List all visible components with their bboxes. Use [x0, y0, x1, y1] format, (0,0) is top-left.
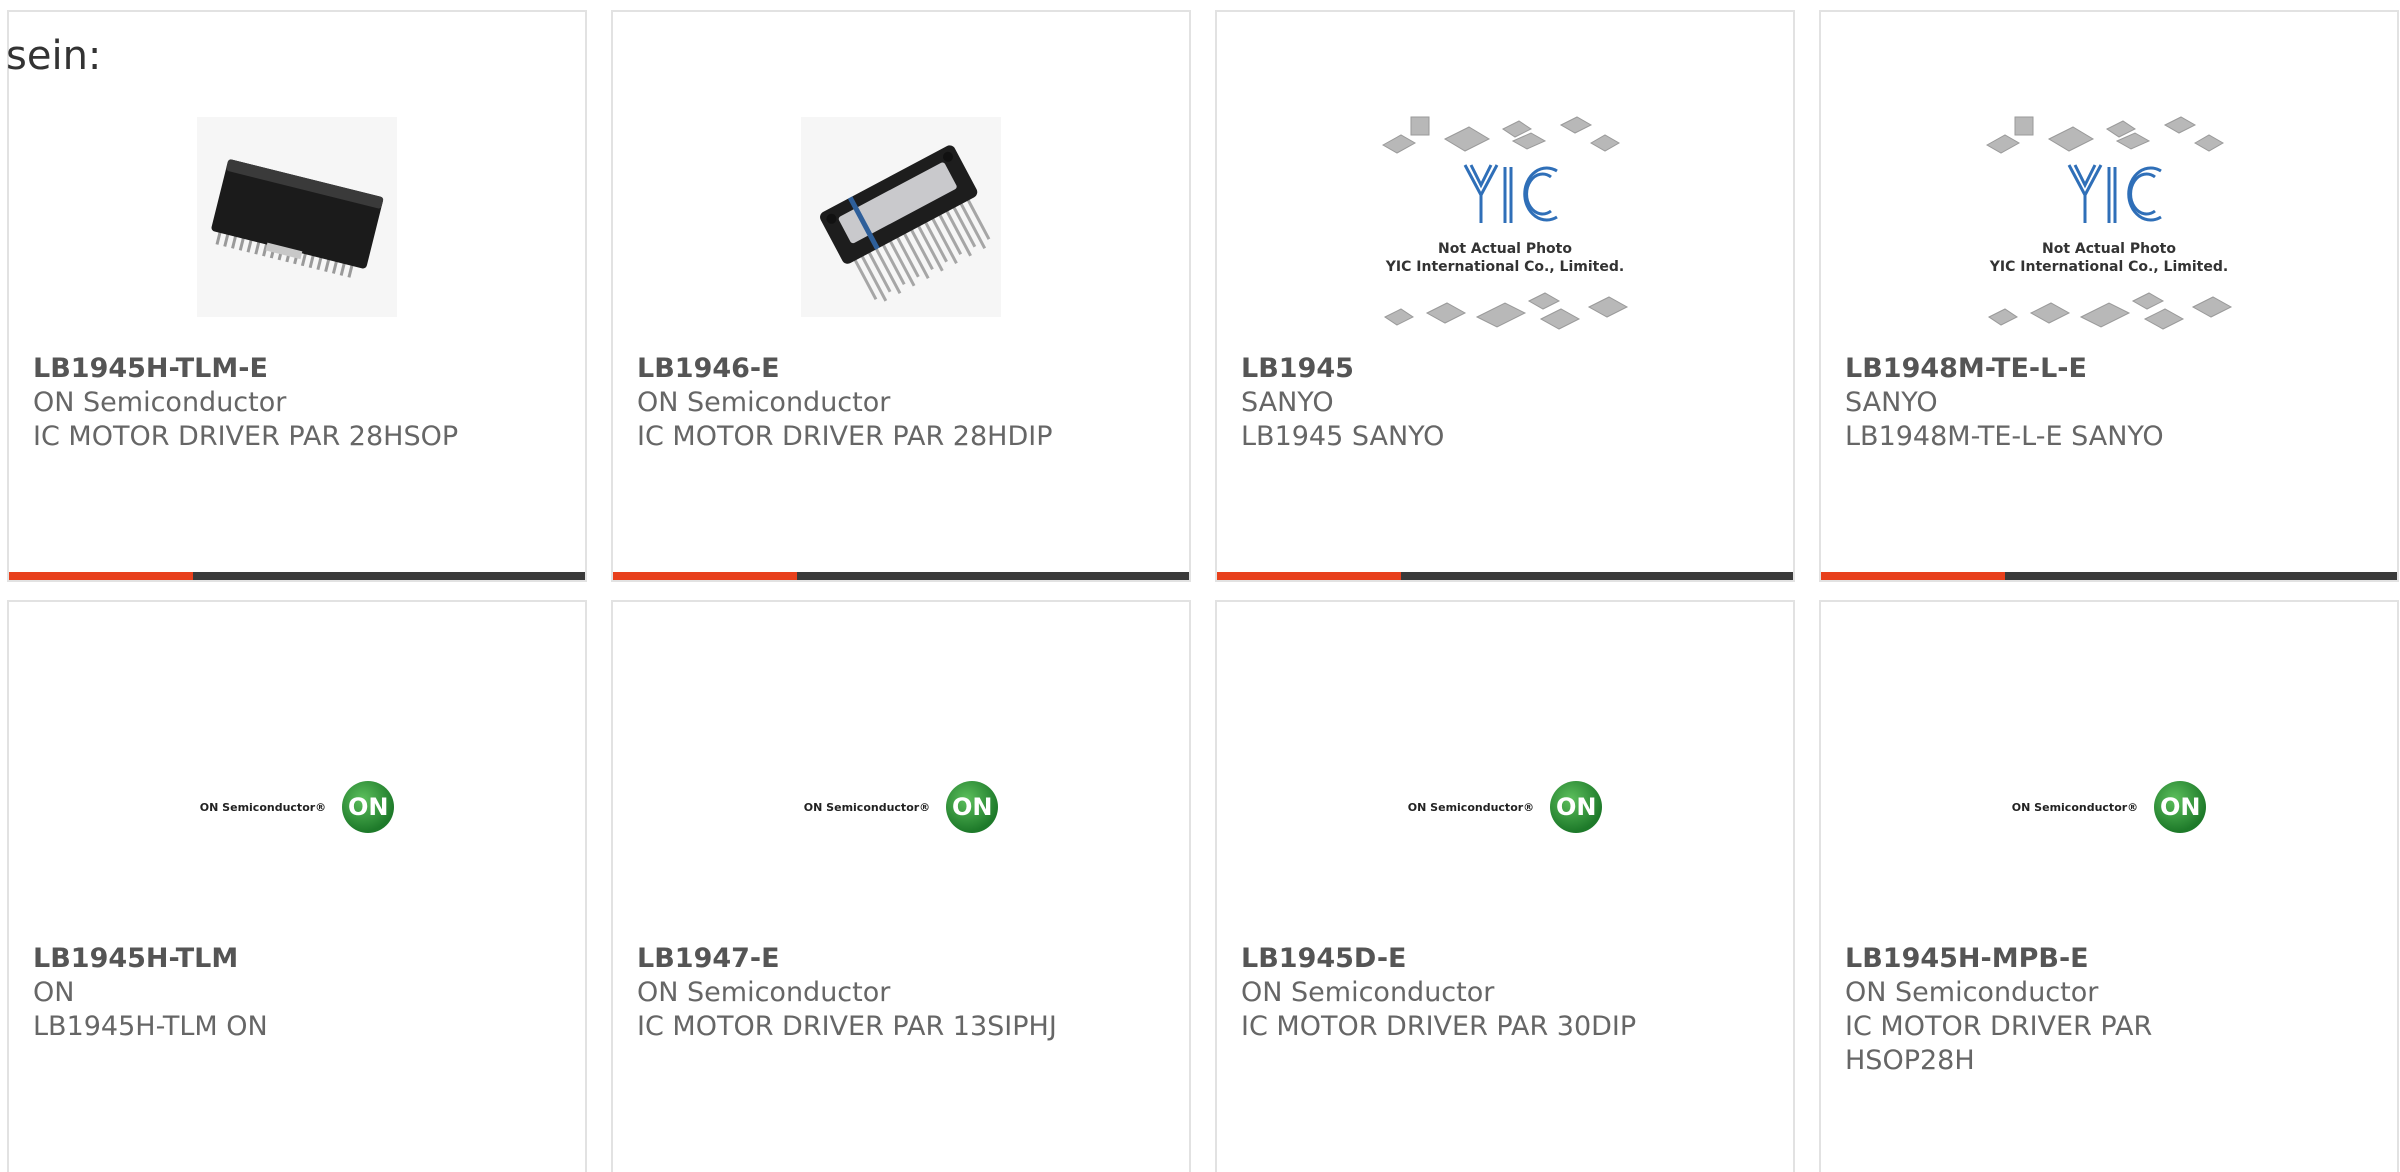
- product-card[interactable]: ON Semiconductor® ON LB1945H-TLM ON LB19…: [7, 600, 587, 1172]
- product-image-logo[interactable]: ON Semiconductor® ON: [1969, 672, 2249, 942]
- card-bar-accent: [613, 572, 798, 580]
- product-card[interactable]: ON Semiconductor® ON LB1947-E ON Semicon…: [611, 600, 1191, 1172]
- part-number[interactable]: LB1945H-MPB-E: [1845, 942, 2373, 976]
- manufacturer: ON Semiconductor: [637, 387, 891, 418]
- card-bar-accent: [1821, 572, 2006, 580]
- product-image-chip[interactable]: [761, 82, 1041, 352]
- ic-chip-hdip-photo: [801, 117, 1001, 317]
- on-badge-icon: ON: [1550, 781, 1603, 833]
- on-badge-icon: ON: [946, 781, 999, 833]
- on-badge-icon: ON: [2154, 781, 2207, 833]
- product-info: LB1945H-MPB-E ON Semiconductor IC MOTOR …: [1845, 942, 2373, 1078]
- manufacturer: SANYO: [1241, 387, 1334, 418]
- product-image-logo[interactable]: ON Semiconductor® ON: [1365, 672, 1645, 942]
- description: IC MOTOR DRIVER PAR 13SIPHJ: [637, 1011, 1057, 1042]
- yic-caption-line2: YIC International Co., Limited.: [1385, 259, 1624, 275]
- description: IC MOTOR DRIVER PAR HSOP28H: [1845, 1011, 2153, 1076]
- on-wordmark: ON Semiconductor®: [1407, 800, 1535, 814]
- manufacturer: ON: [33, 977, 75, 1008]
- on-semiconductor-logo: ON Semiconductor® ON: [803, 781, 999, 833]
- product-image-yic[interactable]: Not Actual Photo YIC International Co., …: [1969, 82, 2249, 352]
- on-badge-icon: ON: [342, 781, 395, 833]
- product-image-chip[interactable]: [157, 82, 437, 352]
- product-info: LB1945H-TLM-E ON Semiconductor IC MOTOR …: [33, 352, 561, 454]
- card-bar: [613, 572, 1189, 580]
- product-card[interactable]: Not Actual Photo YIC International Co., …: [1819, 10, 2399, 582]
- manufacturer: ON Semiconductor: [33, 387, 287, 418]
- description: LB1948M-TE-L-E SANYO: [1845, 421, 2164, 452]
- yic-caption-line2: YIC International Co., Limited.: [1989, 259, 2228, 275]
- product-card[interactable]: ON Semiconductor® ON LB1945H-MPB-E ON Se…: [1819, 600, 2399, 1172]
- part-number[interactable]: LB1946-E: [637, 352, 1165, 386]
- yic-caption-line1: Not Actual Photo: [1438, 241, 1572, 257]
- part-number[interactable]: LB1947-E: [637, 942, 1165, 976]
- product-info: LB1947-E ON Semiconductor IC MOTOR DRIVE…: [637, 942, 1165, 1044]
- on-semiconductor-logo: ON Semiconductor® ON: [1407, 781, 1603, 833]
- product-image-yic[interactable]: Not Actual Photo YIC International Co., …: [1365, 82, 1645, 352]
- product-card[interactable]: LB1946-E ON Semiconductor IC MOTOR DRIVE…: [611, 10, 1191, 582]
- product-info: LB1945D-E ON Semiconductor IC MOTOR DRIV…: [1241, 942, 1769, 1044]
- description: LB1945H-TLM ON: [33, 1011, 268, 1042]
- part-number[interactable]: LB1945D-E: [1241, 942, 1769, 976]
- part-number[interactable]: LB1948M-TE-L-E: [1845, 352, 2373, 386]
- description: IC MOTOR DRIVER PAR 30DIP: [1241, 1011, 1637, 1042]
- card-bar: [1821, 572, 2397, 580]
- product-grid: LB1945H-TLM-E ON Semiconductor IC MOTOR …: [7, 10, 2399, 1172]
- part-number[interactable]: LB1945H-TLM: [33, 942, 561, 976]
- product-info: LB1945H-TLM ON LB1945H-TLM ON: [33, 942, 561, 1044]
- on-semiconductor-logo: ON Semiconductor® ON: [2011, 781, 2207, 833]
- manufacturer: ON Semiconductor: [637, 977, 891, 1008]
- on-wordmark: ON Semiconductor®: [2011, 800, 2139, 814]
- on-wordmark: ON Semiconductor®: [199, 800, 327, 814]
- product-image-logo[interactable]: ON Semiconductor® ON: [157, 672, 437, 942]
- description: IC MOTOR DRIVER PAR 28HDIP: [637, 421, 1053, 452]
- product-info: LB1945 SANYO LB1945 SANYO: [1241, 352, 1769, 454]
- manufacturer: SANYO: [1845, 387, 1938, 418]
- intro-text: sein:: [6, 33, 102, 79]
- manufacturer: ON Semiconductor: [1845, 977, 2099, 1008]
- product-card[interactable]: ON Semiconductor® ON LB1945D-E ON Semico…: [1215, 600, 1795, 1172]
- description: LB1945 SANYO: [1241, 421, 1445, 452]
- ic-chip-hsop-photo: [197, 117, 397, 317]
- product-card[interactable]: Not Actual Photo YIC International Co., …: [1215, 10, 1795, 582]
- part-number[interactable]: LB1945: [1241, 352, 1769, 386]
- product-info: LB1946-E ON Semiconductor IC MOTOR DRIVE…: [637, 352, 1165, 454]
- card-bar: [1217, 572, 1793, 580]
- on-wordmark: ON Semiconductor®: [803, 800, 931, 814]
- yic-placeholder-photo: Not Actual Photo YIC International Co., …: [1381, 116, 1629, 330]
- product-card[interactable]: LB1945H-TLM-E ON Semiconductor IC MOTOR …: [7, 10, 587, 582]
- description: IC MOTOR DRIVER PAR 28HSOP: [33, 421, 459, 452]
- card-bar-accent: [9, 572, 194, 580]
- part-number[interactable]: LB1945H-TLM-E: [33, 352, 561, 386]
- yic-placeholder-photo: Not Actual Photo YIC International Co., …: [1985, 116, 2233, 330]
- product-image-logo[interactable]: ON Semiconductor® ON: [761, 672, 1041, 942]
- product-info: LB1948M-TE-L-E SANYO LB1948M-TE-L-E SANY…: [1845, 352, 2373, 454]
- yic-caption-line1: Not Actual Photo: [2042, 241, 2176, 257]
- manufacturer: ON Semiconductor: [1241, 977, 1495, 1008]
- card-bar-accent: [1217, 572, 1402, 580]
- card-bar: [9, 572, 585, 580]
- on-semiconductor-logo: ON Semiconductor® ON: [199, 781, 395, 833]
